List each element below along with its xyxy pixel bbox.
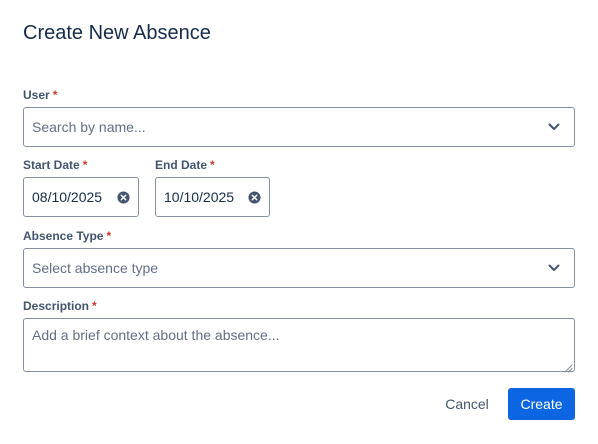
required-mark: * [92,299,97,313]
resize-handle-icon[interactable] [563,360,573,373]
end-date-field[interactable]: 10/10/2025 [155,177,270,217]
start-date-label-text: Start Date [23,158,80,172]
user-search-placeholder: Search by name... [32,119,146,135]
required-mark: * [106,229,112,243]
user-label: User * [23,87,57,103]
chevron-down-icon[interactable] [546,260,562,276]
user-search-select[interactable]: Search by name... [23,107,575,147]
start-date-field[interactable]: 08/10/2025 [23,177,139,217]
description-label-text: Description [23,299,90,313]
end-date-label-text: End Date [155,158,208,172]
absence-type-select[interactable]: Select absence type [23,248,575,288]
required-mark: * [52,88,58,102]
required-mark: * [210,158,215,172]
clear-icon[interactable] [247,190,261,204]
start-date-value: 08/10/2025 [32,189,103,205]
absence-type-placeholder: Select absence type [32,260,159,276]
cancel-button[interactable]: Cancel [437,388,497,420]
absence-type-label: Absence Type * [23,228,111,244]
required-mark: * [82,158,88,172]
clear-icon[interactable] [116,190,130,204]
end-date-value: 10/10/2025 [164,189,235,205]
dialog-title: Create New Absence [23,22,211,44]
absence-type-label-text: Absence Type [23,229,104,243]
description-label: Description * [23,298,97,314]
chevron-down-icon[interactable] [546,119,562,135]
description-placeholder: Add a brief context about the absence... [32,327,280,343]
end-date-label: End Date * [155,157,215,173]
user-label-text: User [23,88,50,102]
create-absence-dialog: Create New Absence User * Search by name.… [0,0,598,444]
description-textarea[interactable]: Add a brief context about the absence... [23,318,575,373]
start-date-label: Start Date * [23,157,87,173]
create-button[interactable]: Create [508,388,575,420]
